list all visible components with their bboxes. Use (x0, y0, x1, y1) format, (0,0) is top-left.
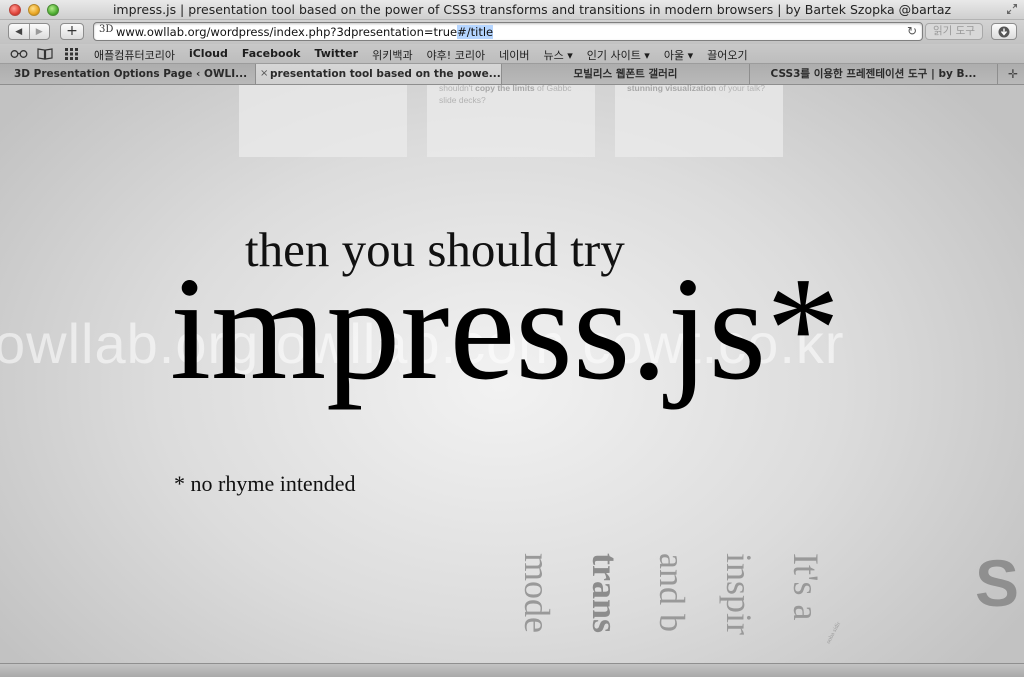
slide-card-2-text: shouldn't copy the limits of Gabbc slide… (439, 85, 589, 106)
bookmark-popular-menu[interactable]: 인기 사이트 ▾ (587, 47, 650, 63)
tiny-rotated-text: ooba sidir (825, 621, 843, 645)
fullscreen-icon[interactable] (1007, 4, 1017, 14)
tab-label: presentation tool based on the powe... (270, 68, 501, 80)
address-bar[interactable]: 3D www.owllab.org/wordpress/index.php?3d… (93, 22, 923, 41)
bookmark-twitter[interactable]: Twitter (314, 47, 358, 63)
new-tab-icon[interactable]: ✛ (1008, 64, 1018, 84)
back-forward-group: ◀ ▶ (8, 23, 50, 40)
back-arrow-icon: ◀ (15, 26, 23, 37)
top-sites-grid-icon[interactable] (65, 47, 78, 61)
address-url[interactable]: www.owllab.org/wordpress/index.php?3dpre… (116, 25, 494, 39)
slide-card-1[interactable] (239, 85, 407, 157)
bookmark-pull[interactable]: 끌어오기 (707, 47, 747, 63)
bookmark-facebook[interactable]: Facebook (242, 47, 301, 63)
reload-icon[interactable]: ↻ (907, 24, 917, 38)
status-bar (0, 663, 1024, 677)
bookmark-news-menu[interactable]: 뉴스 ▾ (543, 47, 572, 63)
page-content: shouldn't copy the limits of Gabbc slide… (0, 85, 1024, 663)
tab-3d-presentation-options[interactable]: 3D Presentation Options Page ‹ OWLI... (0, 64, 256, 84)
toolbar: ◀ ▶ + 3D www.owllab.org/wordpress/index.… (0, 20, 1024, 44)
tab-impress-js[interactable]: × presentation tool based on the powe... (255, 64, 502, 84)
browser-window: impress.js | presentation tool based on … (0, 0, 1024, 677)
bookmark-apple-korea[interactable]: 애플컴퓨터코리아 (94, 47, 175, 63)
slide-footnote: * no rhyme intended (174, 471, 356, 496)
downloads-button[interactable] (991, 23, 1017, 40)
vertical-word-2: inspir (719, 553, 759, 636)
card-2-bold: copy the limits (475, 85, 535, 93)
corner-letter: S (975, 546, 1020, 620)
window-title: impress.js | presentation tool based on … (112, 2, 952, 17)
tab-css3-presentation[interactable]: CSS3를 이용한 프레젠테이션 도구 | by B... (750, 64, 998, 84)
tab-label: 모빌리스 웹폰트 갤러리 (573, 68, 678, 80)
forward-button[interactable]: ▶ (28, 24, 50, 39)
forward-arrow-icon: ▶ (35, 26, 43, 37)
zoom-window-button[interactable] (47, 4, 59, 16)
vertical-word-1: It's a (786, 553, 826, 621)
bookmark-icloud[interactable]: iCloud (189, 47, 228, 63)
title-bar: impress.js | presentation tool based on … (0, 0, 1024, 20)
vertical-word-4: trans (585, 553, 625, 633)
card-3-rest: of your talk? (716, 85, 765, 93)
card-2-plain: shouldn't (439, 85, 476, 93)
add-bookmark-button[interactable]: + (60, 23, 84, 40)
bookmark-items: 애플컴퓨터코리아 iCloud Facebook Twitter 위키백과 야후… (94, 47, 748, 63)
slide-title: impress.js* (170, 247, 841, 411)
slide-card-3[interactable]: stunning visualization of your talk? (615, 85, 783, 157)
tab-bar: 3D Presentation Options Page ‹ OWLI... ×… (0, 64, 1024, 85)
tab-close-icon[interactable]: × (260, 64, 268, 84)
bookmarks-book-icon[interactable] (37, 47, 53, 61)
minimize-window-button[interactable] (28, 4, 40, 16)
address-url-main: www.owllab.org/wordpress/index.php?3dpre… (116, 25, 458, 39)
bookmark-wikipedia[interactable]: 위키백과 (372, 47, 412, 63)
tab-label: CSS3를 이용한 프레젠테이션 도구 | by B... (770, 68, 977, 80)
slide-card-2[interactable]: shouldn't copy the limits of Gabbc slide… (427, 85, 595, 157)
bookmark-yahoo-korea[interactable]: 야후! 코리아 (427, 47, 486, 63)
address-url-selected: #/title (457, 25, 494, 39)
vertical-word-3: and b (652, 553, 692, 632)
bookmarks-bar: 애플컴퓨터코리아 iCloud Facebook Twitter 위키백과 야후… (0, 44, 1024, 64)
vertical-word-5: mode (517, 553, 557, 633)
close-window-button[interactable] (9, 4, 21, 16)
bookmark-naver[interactable]: 네이버 (499, 47, 529, 63)
site-favicon-icon: 3D (99, 24, 114, 35)
reader-button[interactable]: 읽기 도구 (925, 23, 983, 40)
back-button[interactable]: ◀ (9, 24, 29, 39)
tab-label: 3D Presentation Options Page ‹ OWLI... (14, 68, 248, 80)
card-3-bold: stunning visualization (627, 85, 717, 93)
tab-mobilis-webfont[interactable]: 모빌리스 웹폰트 갤러리 (502, 64, 750, 84)
slide-card-3-text: stunning visualization of your talk? (627, 85, 777, 94)
download-icon (998, 26, 1010, 37)
reading-list-icon[interactable] (10, 47, 28, 61)
bookmark-owl-menu[interactable]: 아울 ▾ (664, 47, 693, 63)
